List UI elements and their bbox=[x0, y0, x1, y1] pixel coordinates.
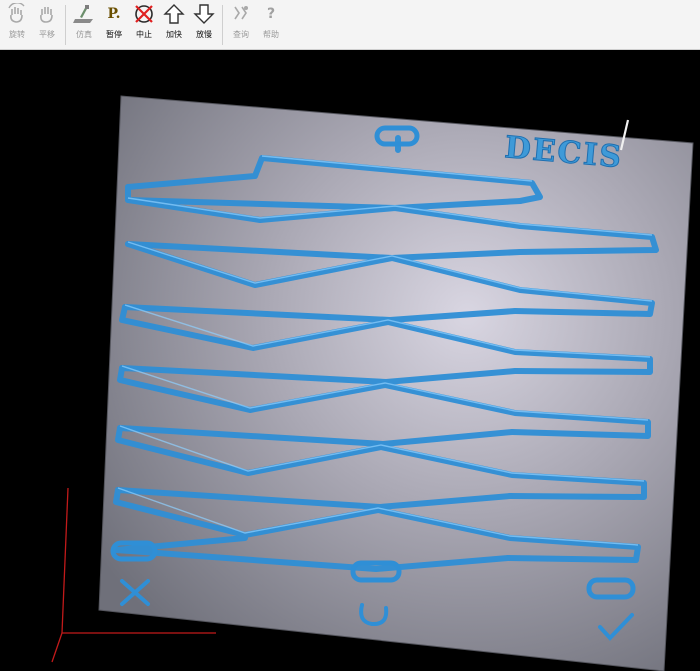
simulate-label: 仿真 bbox=[76, 30, 92, 39]
speed-up-arrow-icon bbox=[162, 2, 186, 26]
rotate-hand-icon bbox=[5, 2, 29, 26]
pause-label: 暂停 bbox=[106, 30, 122, 39]
help-button[interactable]: ? 帮助 bbox=[256, 2, 286, 48]
simulate-button[interactable]: 仿真 bbox=[69, 2, 99, 48]
query-button[interactable]: 查询 bbox=[226, 2, 256, 48]
toolbar-separator bbox=[222, 5, 223, 45]
simulation-toolbar: 旋转 平移 仿真 P. 暂停 中止 加快 放慢 查询 ? 帮助 bbox=[0, 0, 700, 50]
toolbar-separator bbox=[65, 5, 66, 45]
rotate-label: 旋转 bbox=[9, 30, 25, 39]
help-glyph: ? bbox=[266, 6, 276, 22]
help-label: 帮助 bbox=[263, 30, 279, 39]
simulate-icon bbox=[72, 2, 96, 26]
pause-glyph: P. bbox=[107, 6, 121, 22]
stop-button[interactable]: 中止 bbox=[129, 2, 159, 48]
viewport-canvas: DECIS bbox=[51, 95, 694, 671]
pan-label: 平移 bbox=[39, 30, 55, 39]
slow-down-label: 放慢 bbox=[196, 30, 212, 39]
query-label: 查询 bbox=[233, 30, 249, 39]
speed-up-button[interactable]: 加快 bbox=[159, 2, 189, 48]
slow-down-button[interactable]: 放慢 bbox=[189, 2, 219, 48]
help-icon: ? bbox=[259, 2, 283, 26]
query-icon bbox=[229, 2, 253, 26]
pan-hand-icon bbox=[35, 2, 59, 26]
stop-icon bbox=[132, 2, 156, 26]
3d-viewport[interactable]: DECIS bbox=[0, 50, 700, 671]
pan-button[interactable]: 平移 bbox=[32, 2, 62, 48]
rotate-button[interactable]: 旋转 bbox=[2, 2, 32, 48]
pause-button[interactable]: P. 暂停 bbox=[99, 2, 129, 48]
speed-up-label: 加快 bbox=[166, 30, 182, 39]
pause-icon: P. bbox=[102, 2, 126, 26]
stop-label: 中止 bbox=[136, 30, 152, 39]
slow-down-arrow-icon bbox=[192, 2, 216, 26]
